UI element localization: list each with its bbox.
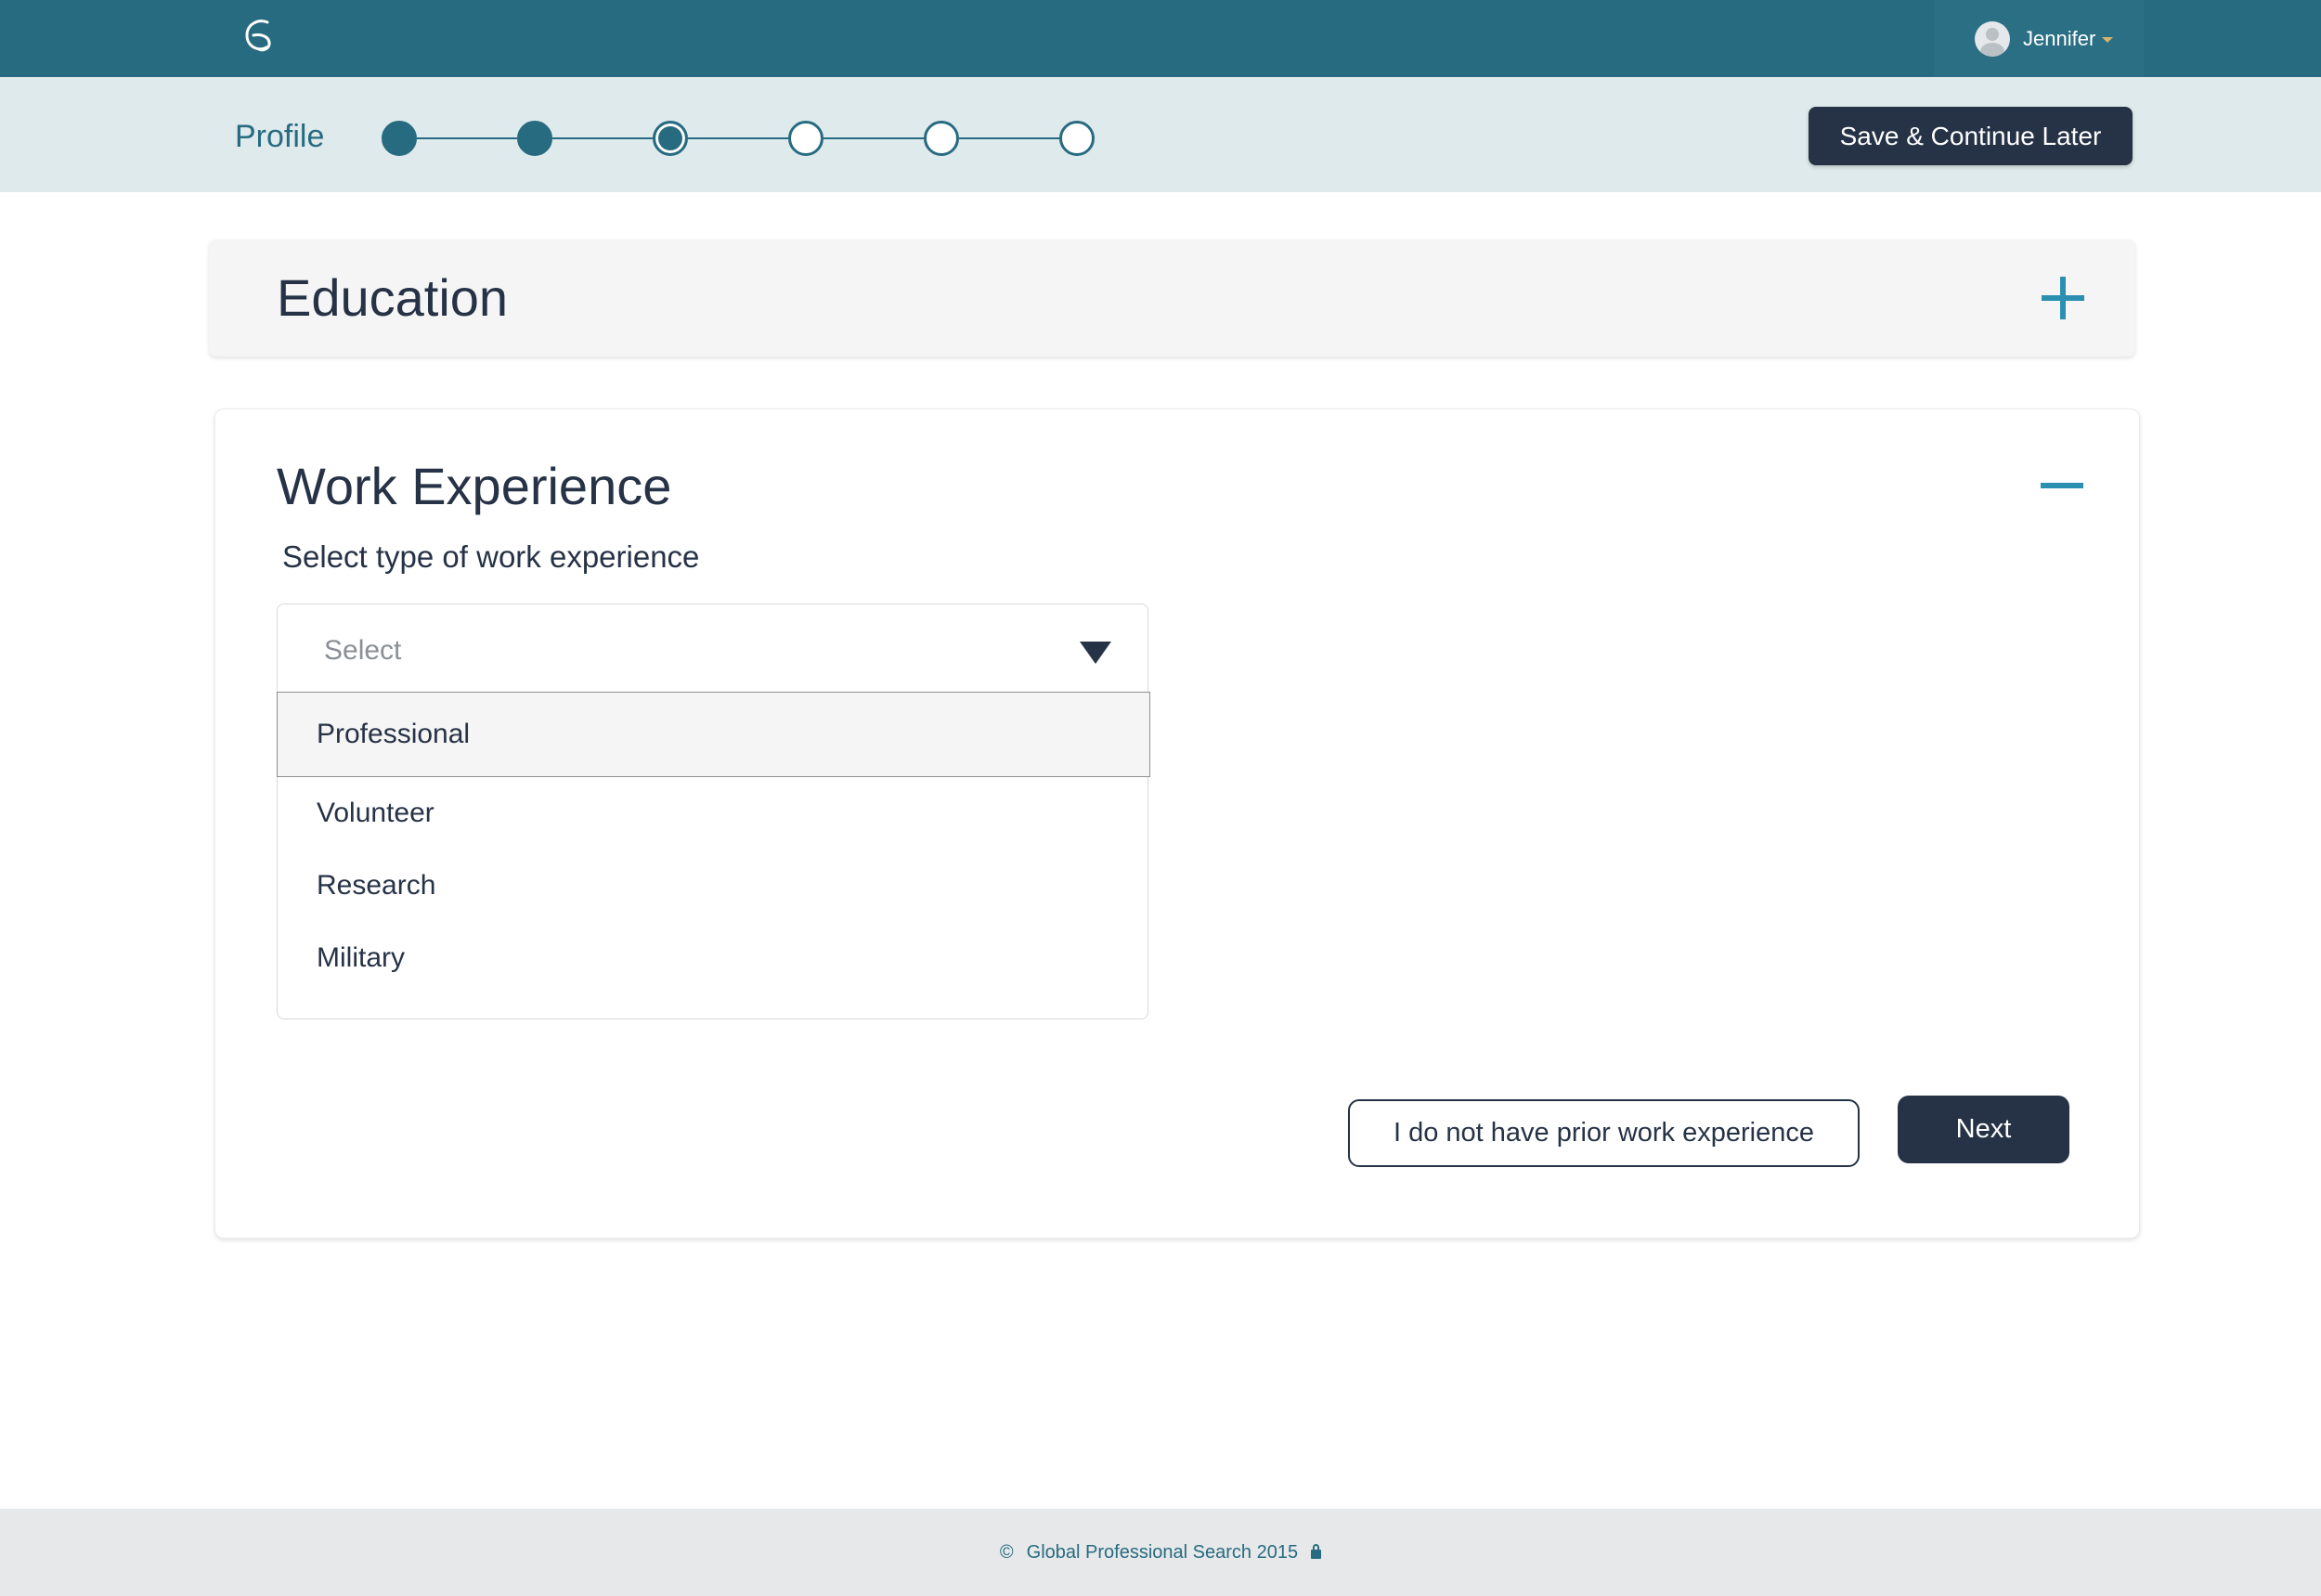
footer-text: Global Professional Search 2015 (1026, 1541, 1299, 1563)
top-navigation-bar: Jennifer (0, 0, 2321, 77)
work-type-select[interactable]: Select (277, 603, 1148, 693)
option-research[interactable]: Research (278, 850, 1149, 922)
select-placeholder: Select (324, 635, 402, 666)
avatar (1975, 20, 2010, 57)
education-section[interactable]: Education (209, 240, 2135, 357)
step-3[interactable] (653, 121, 688, 156)
footer: © Global Professional Search 2015 (0, 1509, 2321, 1596)
logo-icon[interactable] (240, 17, 279, 56)
caret-down-icon (2102, 37, 2114, 43)
work-experience-section: Work Experience Select type of work expe… (214, 409, 2140, 1239)
no-prior-experience-button[interactable]: I do not have prior work experience (1348, 1099, 1860, 1167)
step-connector (959, 137, 1059, 139)
option-volunteer[interactable]: Volunteer (278, 777, 1149, 850)
user-name: Jennifer (2023, 26, 2096, 50)
step-6[interactable] (1059, 121, 1095, 156)
minus-icon[interactable] (2041, 483, 2083, 488)
step-connector (417, 137, 517, 139)
step-connector (552, 137, 653, 139)
dropdown-options: Professional Volunteer Research Military (277, 692, 1150, 1019)
step-4[interactable] (788, 121, 823, 156)
education-title: Education (277, 268, 509, 327)
step-5[interactable] (924, 121, 959, 156)
user-menu[interactable]: Jennifer (1934, 0, 2144, 77)
step-1[interactable] (382, 121, 417, 156)
option-military[interactable]: Military (278, 922, 1149, 994)
plus-icon[interactable] (2042, 277, 2084, 319)
step-2[interactable] (517, 121, 552, 156)
step-connector (823, 137, 924, 139)
lock-icon (1311, 1543, 1322, 1559)
triangle-down-icon[interactable] (1080, 642, 1111, 664)
work-experience-title: Work Experience (277, 457, 672, 515)
progress-title: Profile (235, 119, 325, 154)
step-connector (688, 137, 788, 139)
save-continue-later-button[interactable]: Save & Continue Later (1809, 107, 2133, 165)
work-experience-subtitle: Select type of work experience (282, 539, 700, 574)
copyright-symbol: © (999, 1541, 1014, 1563)
next-button[interactable]: Next (1898, 1096, 2069, 1163)
option-professional[interactable]: Professional (277, 692, 1150, 777)
